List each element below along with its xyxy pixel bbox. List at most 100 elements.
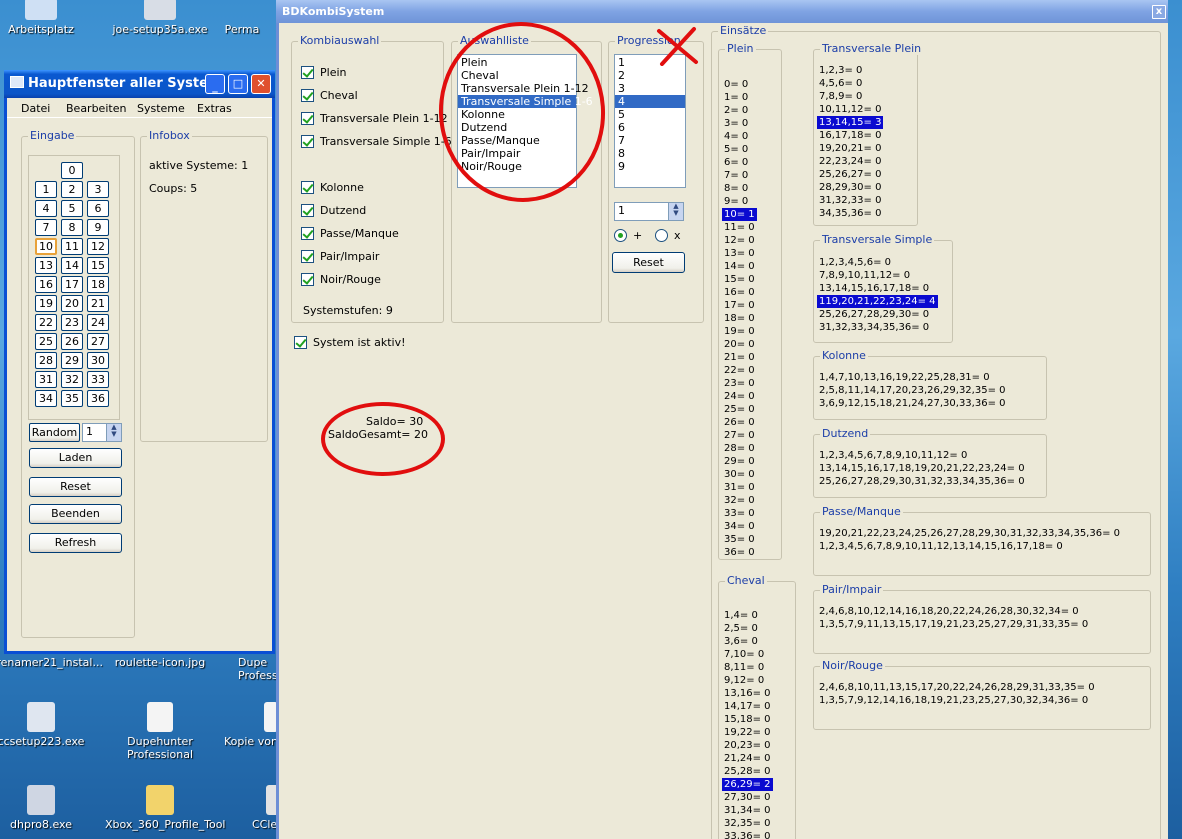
number-button-8[interactable]: 8	[61, 219, 83, 236]
number-button-15[interactable]: 15	[87, 257, 109, 274]
check-kolonne[interactable]: Kolonne	[301, 181, 364, 194]
radio-selected-icon	[614, 229, 627, 242]
spinner-arrows-icon[interactable]: ▲ ▼	[668, 203, 683, 220]
progression-list-item[interactable]: 7	[615, 134, 685, 147]
number-button-31[interactable]: 31	[35, 371, 57, 388]
desktop-icon-ccsetup[interactable]: ccsetup223.exe	[0, 702, 96, 748]
random-button[interactable]: Random	[29, 423, 80, 442]
number-button-22[interactable]: 22	[35, 314, 57, 331]
number-button-16[interactable]: 16	[35, 276, 57, 293]
maximize-button[interactable]: □	[228, 74, 248, 94]
number-button-32[interactable]: 32	[61, 371, 83, 388]
desktop-icon-joe-setup[interactable]: joe-setup35a.exe	[105, 0, 215, 36]
beenden-button[interactable]: Beenden	[29, 504, 122, 524]
number-button-26[interactable]: 26	[61, 333, 83, 350]
progression-listbox[interactable]: 123456789	[614, 54, 686, 188]
progression-list-item[interactable]: 6	[615, 121, 685, 134]
number-button-6[interactable]: 6	[87, 200, 109, 217]
number-button-1[interactable]: 1	[35, 181, 57, 198]
progression-list-item[interactable]: 4	[615, 95, 685, 108]
menu-bearbeiten[interactable]: Bearbeiten	[66, 102, 126, 115]
reset-button[interactable]: Reset	[29, 477, 122, 497]
progression-list-item[interactable]: 9	[615, 160, 685, 173]
number-button-18[interactable]: 18	[87, 276, 109, 293]
number-button-17[interactable]: 17	[61, 276, 83, 293]
check-passe-manque[interactable]: Passe/Manque	[301, 227, 399, 240]
noir-rouge-line: 2,4,6,8,10,11,13,15,17,20,22,24,26,28,29…	[819, 682, 1095, 693]
plein-line: 18= 0	[724, 313, 755, 324]
number-button-23[interactable]: 23	[61, 314, 83, 331]
radio-plus[interactable]: +	[614, 229, 642, 242]
progression-spinner[interactable]: 1 ▲ ▼	[614, 202, 684, 221]
number-button-3[interactable]: 3	[87, 181, 109, 198]
plein-line: 26= 0	[724, 417, 755, 428]
kombi-titlebar[interactable]: BDKombiSystem x	[276, 0, 1168, 23]
number-button-25[interactable]: 25	[35, 333, 57, 350]
menu-datei[interactable]: Datei	[21, 102, 50, 115]
number-button-4[interactable]: 4	[35, 200, 57, 217]
progression-list-item[interactable]: 5	[615, 108, 685, 121]
number-button-5[interactable]: 5	[61, 200, 83, 217]
radio-x[interactable]: x	[655, 229, 681, 242]
desktop-icon-perma[interactable]: Perma	[207, 0, 277, 36]
number-button-27[interactable]: 27	[87, 333, 109, 350]
check-transversale-plein[interactable]: Transversale Plein 1-12	[301, 112, 448, 125]
kombiauswahl-label: Kombiauswahl	[298, 34, 382, 47]
refresh-button[interactable]: Refresh	[29, 533, 122, 553]
check-pair-impair[interactable]: Pair/Impair	[301, 250, 379, 263]
number-button-20[interactable]: 20	[61, 295, 83, 312]
check-dutzend[interactable]: Dutzend	[301, 204, 366, 217]
number-button-13[interactable]: 13	[35, 257, 57, 274]
check-transversale-simple[interactable]: Transversale Simple 1-6	[301, 135, 452, 148]
number-button-35[interactable]: 35	[61, 390, 83, 407]
number-button-21[interactable]: 21	[87, 295, 109, 312]
number-button-29[interactable]: 29	[61, 352, 83, 369]
desktop-icon-kopie[interactable]: Kopie von	[224, 702, 282, 748]
check-noir-rouge[interactable]: Noir/Rouge	[301, 273, 381, 286]
progression-list-item[interactable]: 3	[615, 82, 685, 95]
spinner-arrows-icon[interactable]: ▲ ▼	[106, 424, 121, 441]
desktop-icon-dupehunter[interactable]: Dupehunter Professional	[105, 702, 215, 761]
plein-line: 15= 0	[724, 274, 755, 285]
random-count-spinner[interactable]: 1 ▲ ▼	[82, 423, 122, 442]
number-button-28[interactable]: 28	[35, 352, 57, 369]
desktop-icon-dhpro8[interactable]: dhpro8.exe	[0, 785, 96, 831]
number-button-9[interactable]: 9	[87, 219, 109, 236]
check-cheval[interactable]: Cheval	[301, 89, 358, 102]
desktop-icon-arbeitsplatz[interactable]: Arbeitsplatz	[0, 0, 96, 36]
number-button-0[interactable]: 0	[61, 162, 83, 179]
transversale-simple-line: 119,20,21,22,23,24= 4	[817, 295, 938, 308]
installer-icon	[144, 0, 176, 20]
progression-reset-button[interactable]: Reset	[612, 252, 685, 273]
menu-extras[interactable]: Extras	[197, 102, 232, 115]
number-button-19[interactable]: 19	[35, 295, 57, 312]
kombiauswahl-group: Kombiauswahl Plein Cheval Transversale P…	[291, 34, 452, 323]
progression-list-item[interactable]: 2	[615, 69, 685, 82]
desktop-icon-xbox-tool[interactable]: Xbox_360_Profile_Tool	[105, 785, 225, 831]
progression-list-item[interactable]: 8	[615, 147, 685, 160]
number-button-36[interactable]: 36	[87, 390, 109, 407]
minimize-button[interactable]: _	[205, 74, 225, 94]
laden-button[interactable]: Laden	[29, 448, 122, 468]
close-button[interactable]: ✕	[251, 74, 271, 94]
plein-line: 10= 1	[722, 208, 757, 221]
number-button-33[interactable]: 33	[87, 371, 109, 388]
number-button-10[interactable]: 10	[35, 238, 57, 255]
transversale-simple-line: 1,2,3,4,5,6= 0	[819, 257, 891, 268]
number-button-11[interactable]: 11	[61, 238, 83, 255]
number-button-14[interactable]: 14	[61, 257, 83, 274]
app-icon	[10, 76, 24, 88]
number-button-30[interactable]: 30	[87, 352, 109, 369]
number-button-2[interactable]: 2	[61, 181, 83, 198]
main-window-titlebar[interactable]: Hauptfenster aller Syste... _ □ ✕	[4, 70, 275, 98]
number-button-24[interactable]: 24	[87, 314, 109, 331]
check-plein[interactable]: Plein	[301, 66, 347, 79]
plein-line: 11= 0	[724, 222, 755, 233]
menu-systeme[interactable]: Systeme	[137, 102, 185, 115]
check-system-aktiv[interactable]: System ist aktiv!	[294, 336, 406, 349]
number-button-7[interactable]: 7	[35, 219, 57, 236]
number-button-34[interactable]: 34	[35, 390, 57, 407]
number-button-12[interactable]: 12	[87, 238, 109, 255]
kombi-close-button[interactable]: x	[1152, 5, 1166, 19]
plein-line: 19= 0	[724, 326, 755, 337]
